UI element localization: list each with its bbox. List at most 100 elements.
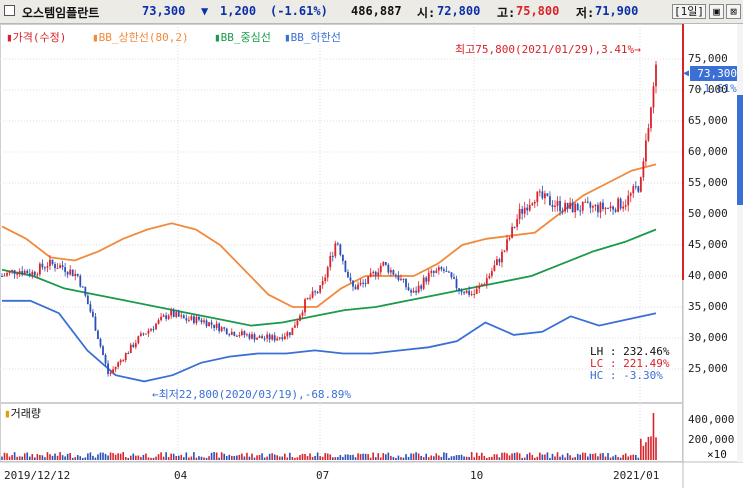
- volume-bar: [541, 454, 544, 460]
- candle-body: [347, 271, 349, 278]
- volume-bar: [571, 457, 574, 460]
- candle-body: [437, 267, 440, 271]
- candle-body: [71, 269, 74, 277]
- candle-body: [326, 267, 329, 278]
- candle-body: [309, 297, 311, 299]
- volume-bar: [278, 456, 281, 460]
- volume-bar: [324, 453, 327, 460]
- volume-bar: [41, 455, 44, 460]
- volume-bar: [127, 457, 130, 460]
- candle-body: [329, 255, 332, 268]
- scrollbar[interactable]: [737, 24, 743, 462]
- volume-bar: [71, 457, 74, 460]
- volume-bar: [203, 457, 205, 460]
- ytick-label: 55,000: [688, 176, 728, 189]
- volume-bar: [18, 456, 21, 460]
- candle-body: [589, 202, 592, 208]
- volume-bar: [3, 452, 6, 460]
- candle-body: [195, 316, 198, 324]
- candle-body: [276, 338, 279, 341]
- candle-body: [440, 267, 443, 270]
- volume-bar: [531, 454, 534, 460]
- candle-body: [594, 204, 597, 207]
- volume-bar: [64, 456, 66, 460]
- volume-bar: [412, 453, 415, 460]
- candle-body: [193, 316, 195, 324]
- candle-body: [109, 372, 112, 374]
- candle-body: [49, 259, 51, 267]
- candle-body: [359, 282, 362, 285]
- candle-body: [607, 207, 609, 209]
- candle-body: [541, 191, 544, 199]
- candle-body: [59, 265, 61, 269]
- volume-bar: [612, 456, 614, 460]
- candle-body: [435, 270, 438, 273]
- candle-body: [263, 338, 266, 340]
- candle-body: [450, 272, 453, 278]
- candle-body: [384, 262, 387, 265]
- volume-bar: [374, 457, 377, 460]
- volume-bar: [132, 453, 135, 460]
- candle-body: [372, 271, 375, 274]
- candle-body: [311, 291, 314, 298]
- volume-bar: [28, 456, 31, 460]
- volume-bar: [369, 457, 372, 460]
- candle-body: [526, 207, 529, 211]
- volume-bar: [491, 456, 493, 460]
- volume-bar: [291, 456, 294, 460]
- volume-bar: [200, 456, 203, 460]
- volume-bar: [559, 456, 561, 460]
- candle-body: [69, 269, 72, 275]
- candle-body: [614, 209, 617, 212]
- candle-body: [513, 226, 516, 228]
- scrollbar-thumb[interactable]: [737, 95, 743, 205]
- candle-body: [208, 322, 210, 327]
- volume-bar: [26, 452, 29, 460]
- volume-bar: [79, 456, 82, 460]
- candle-body: [405, 278, 407, 288]
- candle-body: [518, 208, 521, 220]
- candle-body: [240, 331, 243, 336]
- volume-bar: [425, 453, 428, 460]
- candle-body: [407, 287, 410, 291]
- candle-body: [586, 201, 589, 203]
- candle-body: [172, 310, 175, 317]
- candle-body: [258, 336, 261, 339]
- candle-body: [581, 201, 584, 211]
- volume-bar: [137, 455, 140, 460]
- volume-bar: [1, 456, 3, 460]
- volume-bar: [448, 457, 450, 460]
- candle-body: [1, 276, 3, 277]
- candle-body: [139, 333, 142, 337]
- candle-body: [637, 186, 640, 192]
- volume-bar: [549, 457, 551, 460]
- volume-bar: [379, 457, 382, 460]
- candle-body: [632, 186, 635, 194]
- candle-body: [36, 274, 39, 276]
- candle-body: [31, 271, 34, 275]
- candle-body: [286, 332, 289, 337]
- candle-body: [604, 207, 607, 210]
- series-line-2: [1, 228, 657, 327]
- volume-legend[interactable]: ▮거래량: [4, 405, 41, 421]
- volume-bar: [286, 457, 289, 460]
- volume-bar: [622, 454, 624, 460]
- volume-bar: [349, 454, 352, 460]
- volume-bar: [299, 455, 301, 460]
- volume-bar: [566, 453, 569, 460]
- candle-body: [591, 206, 594, 208]
- xtick-1: 2019/12/12: [4, 469, 71, 482]
- volume-bar: [208, 456, 210, 460]
- candle-body: [54, 264, 56, 269]
- volume-bar: [465, 456, 468, 460]
- price-chart[interactable]: [0, 0, 743, 488]
- candle-body: [198, 316, 200, 320]
- candle-body: [511, 226, 513, 238]
- volume-bar: [230, 455, 233, 460]
- volume-bar: [450, 456, 453, 460]
- volume-bar: [165, 452, 167, 460]
- candle-body: [104, 354, 107, 364]
- candle-body: [417, 285, 420, 293]
- volume-bar: [382, 453, 385, 460]
- high-annotation: 최고75,800(2021/01/29),3.41%→: [455, 43, 641, 56]
